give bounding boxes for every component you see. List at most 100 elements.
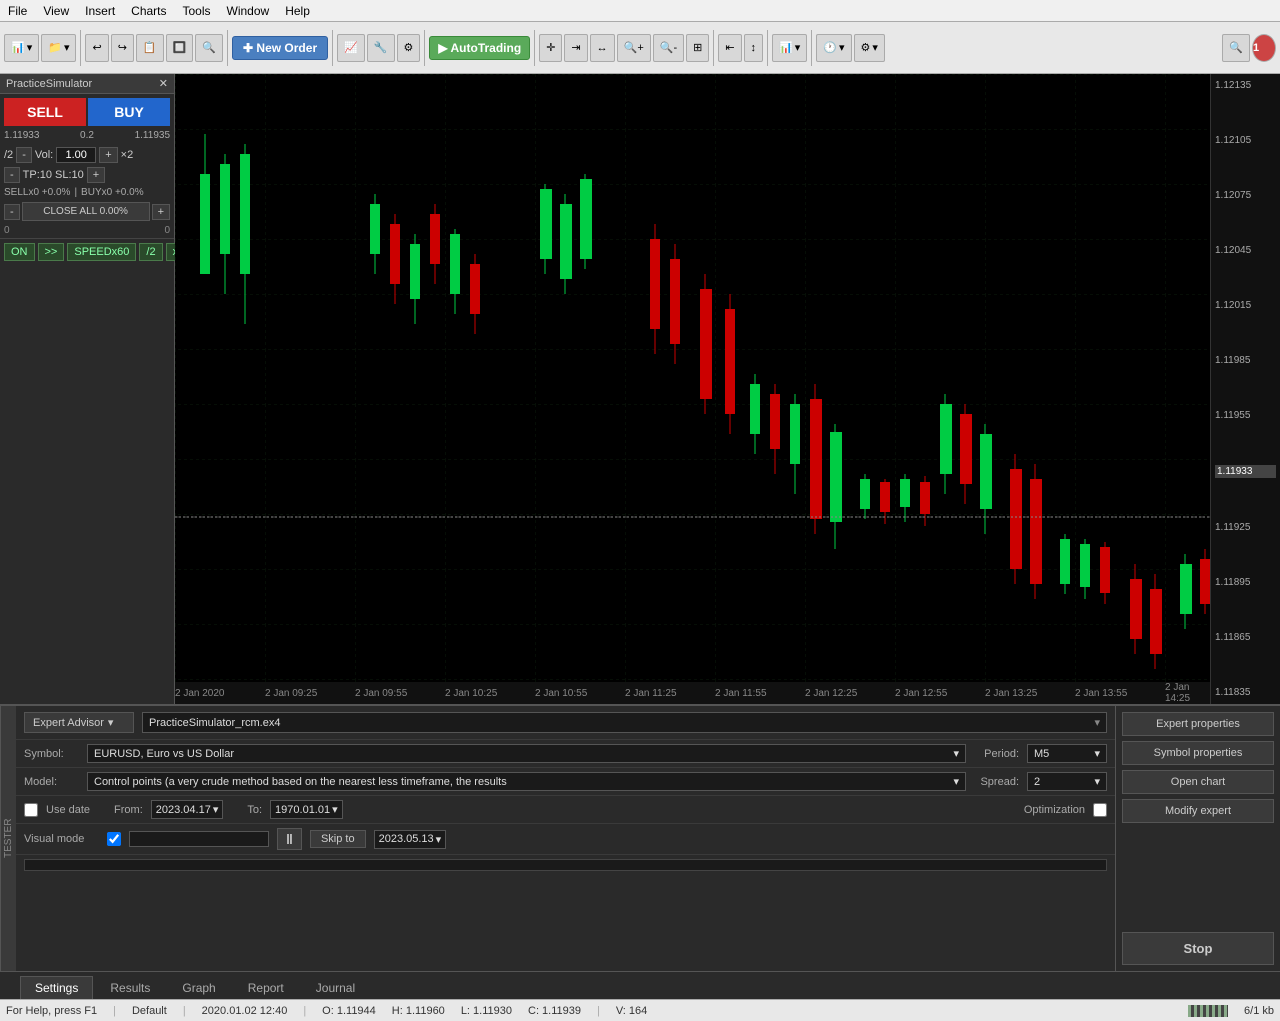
tab-journal[interactable]: Journal <box>301 976 370 999</box>
status-low: L: 1.11930 <box>461 1005 512 1017</box>
tp-minus-icon[interactable]: - <box>4 167 20 183</box>
stop-button[interactable]: Stop <box>1122 932 1274 965</box>
sim-title-label: PracticeSimulator <box>6 78 92 90</box>
autoscroll-button[interactable]: ↔ <box>590 34 615 62</box>
chart-area: 1.11933 2 Jan 2020 2 Jan 09:25 2 Jan 09:… <box>175 74 1210 704</box>
symbol-properties-button[interactable]: Symbol properties <box>1122 741 1274 765</box>
buy-button[interactable]: BUY <box>88 98 170 126</box>
sim-prices-row: 1.11933 0.2 1.11935 <box>0 130 174 145</box>
pause-button[interactable]: ‖ <box>277 828 302 850</box>
undo-button[interactable]: ↩ <box>85 34 108 62</box>
menu-charts[interactable]: Charts <box>123 2 174 20</box>
menu-insert[interactable]: Insert <box>77 2 123 20</box>
skip-to-date-field[interactable]: 2023.05.13 ▾ <box>374 830 447 849</box>
modify-expert-button[interactable]: Modify expert <box>1122 799 1274 823</box>
price-level-10: 1.11865 <box>1215 632 1276 643</box>
optimization-checkbox[interactable] <box>1093 803 1107 817</box>
indicator-button[interactable]: 📈 <box>337 34 365 62</box>
sim-div2-button[interactable]: /2 <box>139 243 162 261</box>
experts-button[interactable]: ⚙ <box>397 34 421 62</box>
market-watch-button[interactable]: 📊▾ <box>772 34 807 62</box>
from-date-field[interactable]: 2023.04.17 ▾ <box>151 800 224 819</box>
lot-plus-icon[interactable]: + <box>99 147 117 163</box>
sim-speed-button[interactable]: SPEEDx60 <box>67 243 136 261</box>
new-chart-button[interactable]: 📊▾ <box>4 34 39 62</box>
grid-icon: ⊞ <box>693 41 702 54</box>
expert-properties-button[interactable]: Expert properties <box>1122 712 1274 736</box>
lot-minus-icon[interactable]: - <box>16 147 32 163</box>
visual-mode-checkbox[interactable] <box>107 832 121 846</box>
new-order-button[interactable]: ✚ New Order <box>232 36 328 60</box>
profile-button[interactable]: 📁▾ <box>41 34 76 62</box>
sell-info: SELLx0 +0.0% <box>4 187 70 198</box>
account-button[interactable]: 1 <box>1252 34 1276 62</box>
grid-button[interactable]: ⊞ <box>686 34 709 62</box>
properties-icon: 🔲 <box>173 41 187 54</box>
vol-input[interactable] <box>56 147 96 163</box>
autoscroll-icon: ↔ <box>597 42 608 54</box>
chart-autoscale-button[interactable]: ↕ <box>744 34 764 62</box>
num1: 0 <box>4 225 10 236</box>
ea-dropdown[interactable]: Expert Advisor ▾ <box>24 712 134 733</box>
tab-results[interactable]: Results <box>95 976 165 999</box>
tab-graph[interactable]: Graph <box>167 976 230 999</box>
sell-button[interactable]: SELL <box>4 98 86 126</box>
zoom-in-button[interactable]: 🔍+ <box>617 34 651 62</box>
zoom-out-button[interactable]: 🔍- <box>653 34 684 62</box>
crosshair-button[interactable]: ✛ <box>539 34 562 62</box>
open-chart-button[interactable]: Open chart <box>1122 770 1274 794</box>
menu-file[interactable]: File <box>0 2 35 20</box>
new-chart-icon: 📊 <box>11 41 25 54</box>
model-label: Model: <box>24 776 79 788</box>
template-button[interactable]: 📋 <box>136 34 164 62</box>
close-all-row: - CLOSE ALL 0.00% + <box>4 202 170 221</box>
menu-tools[interactable]: Tools <box>175 2 219 20</box>
spread-dropdown[interactable]: 2 ▾ <box>1027 772 1107 791</box>
status-indicator <box>1188 1005 1228 1017</box>
redo-icon: ↪ <box>118 41 127 54</box>
status-datetime: 2020.01.02 12:40 <box>202 1005 288 1017</box>
scroll-right-icon: ⇥ <box>571 41 580 54</box>
plus-icon[interactable]: + <box>152 204 170 220</box>
zoom-fit-button[interactable]: 🔍 <box>195 34 223 62</box>
status-volume: V: 164 <box>616 1005 647 1017</box>
time-label-2: 2 Jan 09:55 <box>355 688 407 699</box>
tab-settings[interactable]: Settings <box>20 976 93 999</box>
undo-icon: ↩ <box>92 41 101 54</box>
tab-report[interactable]: Report <box>233 976 299 999</box>
sim-arrows-button[interactable]: >> <box>38 243 65 261</box>
scroll-right-button[interactable]: ⇥ <box>564 34 587 62</box>
menu-help[interactable]: Help <box>277 2 318 20</box>
profile-icon: 📁 <box>48 41 62 54</box>
search-button[interactable]: 🔍 <box>1222 34 1250 62</box>
x2-label: ×2 <box>121 149 134 161</box>
crosshair-icon: ✛ <box>546 41 555 54</box>
sim-close-icon[interactable]: ✕ <box>159 77 168 90</box>
period-label: Period: <box>974 748 1019 760</box>
use-date-checkbox[interactable] <box>24 803 38 817</box>
to-date-field[interactable]: 1970.01.01 ▾ <box>270 800 343 819</box>
menu-window[interactable]: Window <box>219 2 278 20</box>
close-all-button[interactable]: CLOSE ALL 0.00% <box>22 202 150 221</box>
sl-plus-icon[interactable]: + <box>87 167 105 183</box>
period-dropdown[interactable]: M5 ▾ <box>1027 744 1107 763</box>
menu-bar: File View Insert Charts Tools Window Hel… <box>0 0 1280 22</box>
model-dropdown[interactable]: Control points (a very crude method base… <box>87 772 966 791</box>
redo-button[interactable]: ↪ <box>111 34 134 62</box>
chart-shift-button[interactable]: ⇤ <box>718 34 741 62</box>
properties-button[interactable]: 🔲 <box>166 34 194 62</box>
visual-mode-row: Visual mode ‖ Skip to 2023.05.13 ▾ <box>16 824 1115 855</box>
skip-to-button[interactable]: Skip to <box>310 830 366 848</box>
zoom-out-icon: 🔍- <box>660 41 677 54</box>
menu-view[interactable]: View <box>35 2 77 20</box>
symbol-dropdown[interactable]: EURUSD, Euro vs US Dollar ▾ <box>87 744 966 763</box>
minus-icon[interactable]: - <box>4 204 20 220</box>
settings-button[interactable]: ⚙▾ <box>854 34 885 62</box>
time-label-0: 2 Jan 2020 <box>175 688 225 699</box>
sim-on-button[interactable]: ON <box>4 243 35 261</box>
autotrading-button[interactable]: ▶ AutoTrading <box>429 36 530 60</box>
notification-button[interactable]: 🕐▾ <box>816 34 851 62</box>
objects-button[interactable]: 🔧 <box>367 34 395 62</box>
notification-icon: 🕐 <box>823 41 837 54</box>
toolbar-sep-5 <box>534 30 535 66</box>
